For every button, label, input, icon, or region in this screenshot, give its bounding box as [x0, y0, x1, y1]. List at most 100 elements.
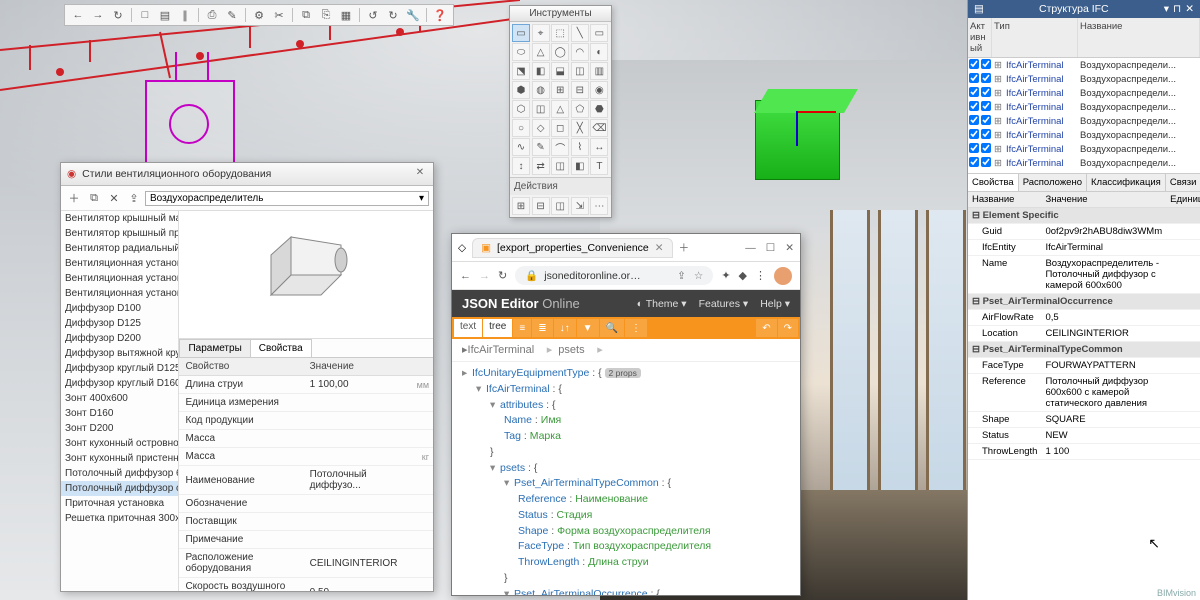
style-list-item[interactable]: Потолочный диффузор 600х600: [61, 466, 178, 481]
undo-icon[interactable]: ↶: [756, 319, 776, 337]
ifc-property-row[interactable]: ThrowLength1 100: [968, 444, 1200, 460]
json-tree[interactable]: ▸IfcUnitaryEquipmentType : { 2 props▾Ifc…: [452, 362, 800, 595]
property-row[interactable]: Обозначение: [179, 495, 433, 513]
close-icon[interactable]: ✕: [413, 167, 427, 181]
menu-icon[interactable]: ⋮: [755, 269, 766, 282]
mode-text[interactable]: text: [454, 319, 482, 337]
tool-button[interactable]: ○: [512, 119, 530, 137]
style-list-item[interactable]: Диффузор круглый D125: [61, 361, 178, 376]
browser-tab[interactable]: ▣ [export_properties_Convenience ✕: [472, 238, 673, 258]
star-icon[interactable]: ☆: [694, 270, 703, 282]
ifc-property-grid[interactable]: НазваниеЗначениеЕдиница ⊟ Element Specif…: [968, 192, 1200, 600]
dropdown-icon[interactable]: ▾: [1164, 3, 1169, 15]
more-icon[interactable]: ⋮: [625, 319, 647, 337]
property-row[interactable]: Длина струи1 100,00мм: [179, 376, 433, 394]
toolbar-button[interactable]: ⧉: [297, 6, 315, 24]
tool-button[interactable]: ↔: [590, 138, 608, 156]
ifc-tree-row[interactable]: ⊞IfcAirTerminalВоздухораспредели...: [968, 142, 1200, 156]
tool-button[interactable]: ▭: [590, 24, 608, 42]
ifc-tree-row[interactable]: ⊞IfcAirTerminalВоздухораспредели...: [968, 100, 1200, 114]
tool-button[interactable]: ◧: [571, 157, 589, 175]
tool-button[interactable]: ▭: [512, 24, 530, 42]
property-row[interactable]: Массакг: [179, 448, 433, 466]
minimize-icon[interactable]: —: [745, 242, 756, 254]
styles-list[interactable]: Вентилятор крышный малой высо Вентилятор …: [61, 211, 179, 591]
property-row[interactable]: НаименованиеПотолочный диффузо...: [179, 466, 433, 495]
tab-location[interactable]: Расположено: [1019, 174, 1087, 191]
tool-button[interactable]: ╳: [571, 119, 589, 137]
style-list-item[interactable]: Зонт кухонный островной приточ: [61, 436, 178, 451]
style-list-item[interactable]: Вентиляционная установка прито: [61, 271, 178, 286]
ifc-property-row[interactable]: FaceTypeFOURWAYPATTERN: [968, 358, 1200, 374]
action-icon[interactable]: ⊟: [532, 197, 550, 215]
tab-props[interactable]: Свойства: [250, 339, 312, 357]
tool-button[interactable]: ⌇: [571, 138, 589, 156]
style-list-item[interactable]: Решетка приточная 300x150: [61, 511, 178, 526]
new-tab-icon[interactable]: ＋: [679, 240, 690, 255]
ext-icon[interactable]: ◆: [739, 269, 747, 282]
tool-button[interactable]: ⇄: [532, 157, 550, 175]
tool-button[interactable]: ⬡: [512, 100, 530, 118]
ifc-property-row[interactable]: StatusNEW: [968, 428, 1200, 444]
style-list-item[interactable]: Зонт 400x600: [61, 391, 178, 406]
style-list-item[interactable]: Диффузор D100: [61, 301, 178, 316]
help-menu[interactable]: Help ▾: [760, 298, 790, 310]
ifc-tree[interactable]: ⊞IfcAirTerminalВоздухораспредели...⊞IfcA…: [968, 58, 1200, 173]
ifc-property-row[interactable]: Guid0of2pv9r2hABU8diw3WMm: [968, 224, 1200, 240]
toolbar-button[interactable]: ▦: [337, 6, 355, 24]
collapse-icon[interactable]: ≣: [532, 319, 552, 337]
style-list-item[interactable]: Диффузор D125: [61, 316, 178, 331]
tool-button[interactable]: ⬣: [590, 100, 608, 118]
ifc-property-row[interactable]: LocationCEILINGINTERIOR: [968, 326, 1200, 342]
back-icon[interactable]: ←: [460, 270, 471, 282]
toolbar-button[interactable]: ⎙: [203, 6, 221, 24]
ifc-property-row[interactable]: NameВоздухораспределитель - Потолочный д…: [968, 256, 1200, 294]
tool-button[interactable]: ◫: [551, 157, 569, 175]
style-list-item[interactable]: Вентилятор радиальный №5: [61, 241, 178, 256]
toolbar-button[interactable]: ↻: [384, 6, 402, 24]
tool-button[interactable]: ⊟: [571, 81, 589, 99]
style-list-item[interactable]: Зонт D160: [61, 406, 178, 421]
property-row[interactable]: Поставщик: [179, 513, 433, 531]
tab-classification[interactable]: Классификация: [1087, 174, 1166, 191]
property-row[interactable]: Код продукции: [179, 412, 433, 430]
property-row[interactable]: Масса: [179, 430, 433, 448]
style-list-item[interactable]: Диффузор D200: [61, 331, 178, 346]
ifc-group-header[interactable]: ⊟ Pset_AirTerminalOccurrence: [968, 294, 1200, 310]
maximize-icon[interactable]: ☐: [766, 242, 775, 254]
tool-button[interactable]: ⌖: [532, 24, 550, 42]
action-icon[interactable]: ⊞: [512, 197, 530, 215]
toolbar-button[interactable]: ⚙: [250, 6, 268, 24]
highlighted-air-terminal[interactable]: [755, 100, 840, 180]
style-list-item[interactable]: Диффузор вытяжной круглый D12: [61, 346, 178, 361]
tool-button[interactable]: ⬢: [512, 81, 530, 99]
tool-button[interactable]: ∿: [512, 138, 530, 156]
copy-icon[interactable]: ⧉: [85, 189, 103, 207]
add-icon[interactable]: ＋: [65, 189, 83, 207]
tool-button[interactable]: ⬔: [512, 62, 530, 80]
theme-menu[interactable]: ◐ Theme ▾: [637, 298, 687, 310]
ifc-property-row[interactable]: IfcEntityIfcAirTerminal: [968, 240, 1200, 256]
style-list-item[interactable]: Вентиляционная установка прито: [61, 286, 178, 301]
style-list-item[interactable]: Вентилятор крышный малой высо: [61, 211, 178, 226]
style-list-item[interactable]: Приточная установка: [61, 496, 178, 511]
ifc-tree-row[interactable]: ⊞IfcAirTerminalВоздухораспредели...: [968, 128, 1200, 142]
tool-button[interactable]: ◯: [551, 43, 569, 61]
toolbar-button[interactable]: ←: [69, 6, 87, 24]
ifc-tree-row[interactable]: ⊞IfcAirTerminalВоздухораспредели...: [968, 58, 1200, 72]
search-icon[interactable]: 🔍: [600, 319, 624, 337]
json-breadcrumb[interactable]: ▸IfcAirTerminal ▸psets ▸: [452, 339, 800, 362]
tool-button[interactable]: ◍: [532, 81, 550, 99]
toolbar-button[interactable]: ✂: [270, 6, 288, 24]
tool-button[interactable]: ⬠: [571, 100, 589, 118]
ifc-tree-row[interactable]: ⊞IfcAirTerminalВоздухораспредели...: [968, 86, 1200, 100]
toolbar-button[interactable]: ↻: [109, 6, 127, 24]
tab-params[interactable]: Параметры: [179, 339, 250, 357]
forward-icon[interactable]: →: [479, 270, 490, 282]
tool-button[interactable]: ╲: [571, 24, 589, 42]
filter-icon[interactable]: ▼: [577, 319, 599, 337]
expand-icon[interactable]: ≡: [513, 319, 531, 337]
ext-icon[interactable]: ✦: [721, 269, 730, 282]
tool-button[interactable]: △: [551, 100, 569, 118]
address-bar[interactable]: 🔒 jsoneditoronline.or… ⇪ ☆: [515, 266, 713, 285]
